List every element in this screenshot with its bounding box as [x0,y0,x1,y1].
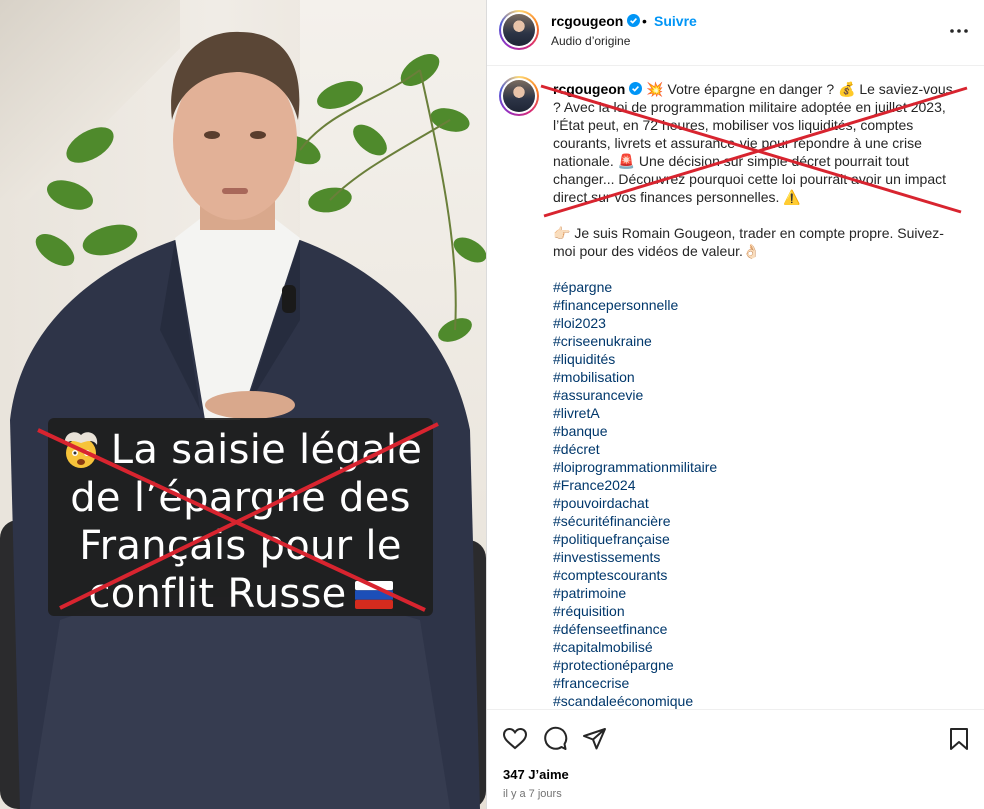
username-link[interactable]: rcgougeon [551,13,641,29]
like-count[interactable]: 347 J’aime [503,767,569,782]
hashtag-link[interactable]: #loiprogrammationmilitaire [553,458,953,476]
post-header: rcgougeon • Suivre Audio d’origine [487,0,984,66]
hashtag-link[interactable]: #protectionépargne [553,656,953,674]
hashtag-link[interactable]: #liquidités [553,350,953,368]
hashtag-link[interactable]: #scandaleéconomique [553,692,953,709]
hashtag-link[interactable]: #loi2023 [553,314,953,332]
post-panel: rcgougeon • Suivre Audio d’origine rcgou… [486,0,984,809]
hashtag-link[interactable]: #mobilisation [553,368,953,386]
hashtag-link[interactable]: #réquisition [553,602,953,620]
hashtag-link[interactable]: #capitalmobilisé [553,638,953,656]
caption-paragraph-2: 👉🏻 Je suis Romain Gougeon, trader en com… [553,225,944,259]
separator-dot: • [642,13,647,29]
hashtag-link[interactable]: #financepersonnelle [553,296,953,314]
verified-badge-icon [627,14,641,27]
video-frame [0,31,486,809]
audio-link[interactable]: Audio d’origine [551,34,630,48]
caption-strike-cross [540,84,968,218]
save-bookmark-icon[interactable] [946,726,972,752]
hashtag-link[interactable]: #comptescourants [553,566,953,584]
hashtag-link[interactable]: #livretA [553,404,953,422]
video-player[interactable]: La saisie légale de l’épargne des França… [0,0,486,809]
post-timestamp[interactable]: il y a 7 jours [503,788,562,800]
hashtag-list: #épargne #financepersonnelle #loi2023 #cris… [553,278,953,709]
hashtag-link[interactable]: #assurancevie [553,386,953,404]
hashtag-link[interactable]: #épargne [553,278,953,296]
more-options-icon[interactable] [948,20,970,42]
hashtag-link[interactable]: #politiquefrançaise [553,530,953,548]
hashtag-link[interactable]: #criseenukraine [553,332,953,350]
action-bar: 347 J’aime il y a 7 jours [487,709,984,809]
hashtag-link[interactable]: #France2024 [553,476,953,494]
hashtag-link[interactable]: #défenseetfinance [553,620,953,638]
caption-avatar[interactable] [499,76,539,116]
hashtag-link[interactable]: #patrimoine [553,584,953,602]
like-heart-icon[interactable] [502,726,528,752]
hashtag-link[interactable]: #investissements [553,548,953,566]
hashtag-link[interactable]: #francecrise [553,674,953,692]
caption-section: rcgougeon 💥 Votre épargne en danger ? 💰 … [487,66,984,709]
hashtag-link[interactable]: #pouvoirdachat [553,494,953,512]
share-paper-plane-icon[interactable] [582,726,608,752]
hashtag-link[interactable]: #décret [553,440,953,458]
follow-button[interactable]: Suivre [654,13,697,29]
hashtag-link[interactable]: #sécuritéfinancière [553,512,953,530]
overlay-strike-cross [37,422,439,612]
avatar[interactable] [499,10,539,50]
comment-icon[interactable] [542,726,568,752]
hashtag-link[interactable]: #banque [553,422,953,440]
